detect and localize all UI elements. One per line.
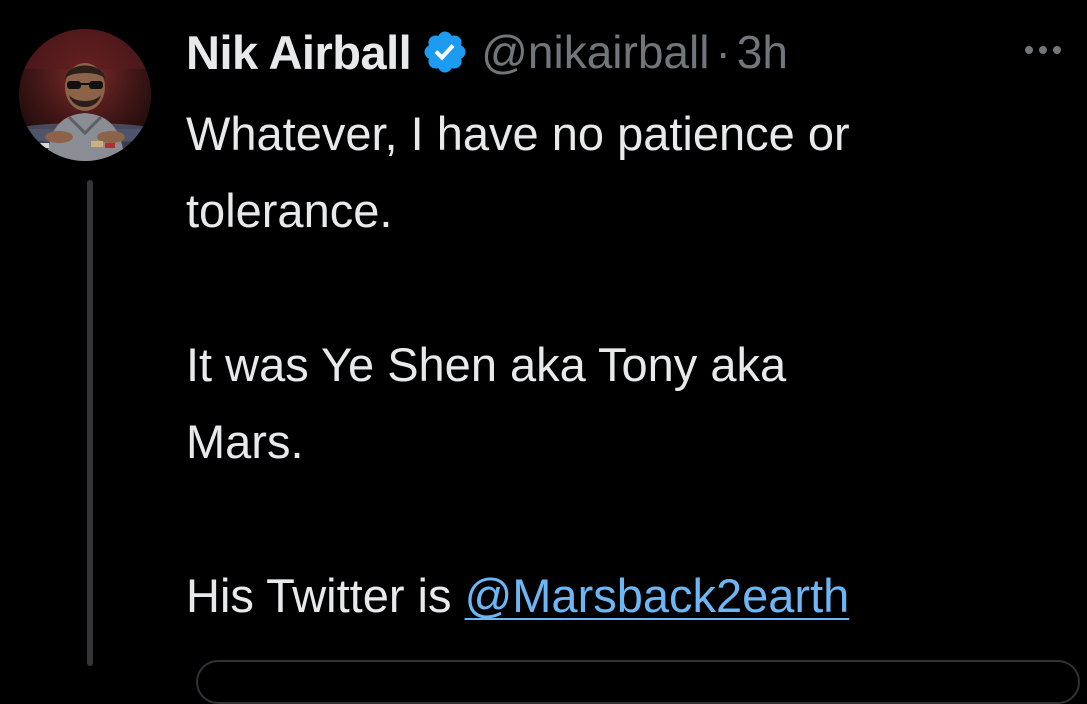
avatar-photo (19, 29, 151, 161)
tweet-text-line: It was Ye Shen aka Tony aka (186, 338, 787, 391)
tweet-text-line: Mars. (186, 415, 304, 468)
tweet-header: Nik Airball @nikairball · 3h (186, 22, 788, 82)
tweet-text: Whatever, I have no patience or toleranc… (186, 95, 1066, 634)
more-options-icon (1025, 46, 1061, 54)
more-options-button[interactable] (1015, 30, 1071, 70)
verified-badge-icon[interactable] (421, 28, 469, 76)
tweet-card[interactable]: Nik Airball @nikairball · 3h Whatever, I… (0, 0, 1087, 704)
thread-connector-line (87, 180, 93, 666)
author-handle[interactable]: @nikairball (481, 25, 709, 79)
tweet-text-prefix: His Twitter is (186, 569, 465, 622)
embedded-card-edge[interactable] (196, 660, 1080, 704)
author-display-name[interactable]: Nik Airball (186, 25, 412, 80)
tweet-timestamp[interactable]: 3h (737, 25, 788, 79)
tweet-text-line: His Twitter is @Marsback2earth (186, 557, 1066, 634)
mention-link[interactable]: @Marsback2earth (465, 569, 850, 622)
tweet-text-line: tolerance. (186, 184, 393, 237)
header-separator: · (715, 26, 731, 78)
tweet-text-line: Whatever, I have no patience or (186, 107, 850, 160)
author-avatar[interactable] (19, 29, 151, 161)
